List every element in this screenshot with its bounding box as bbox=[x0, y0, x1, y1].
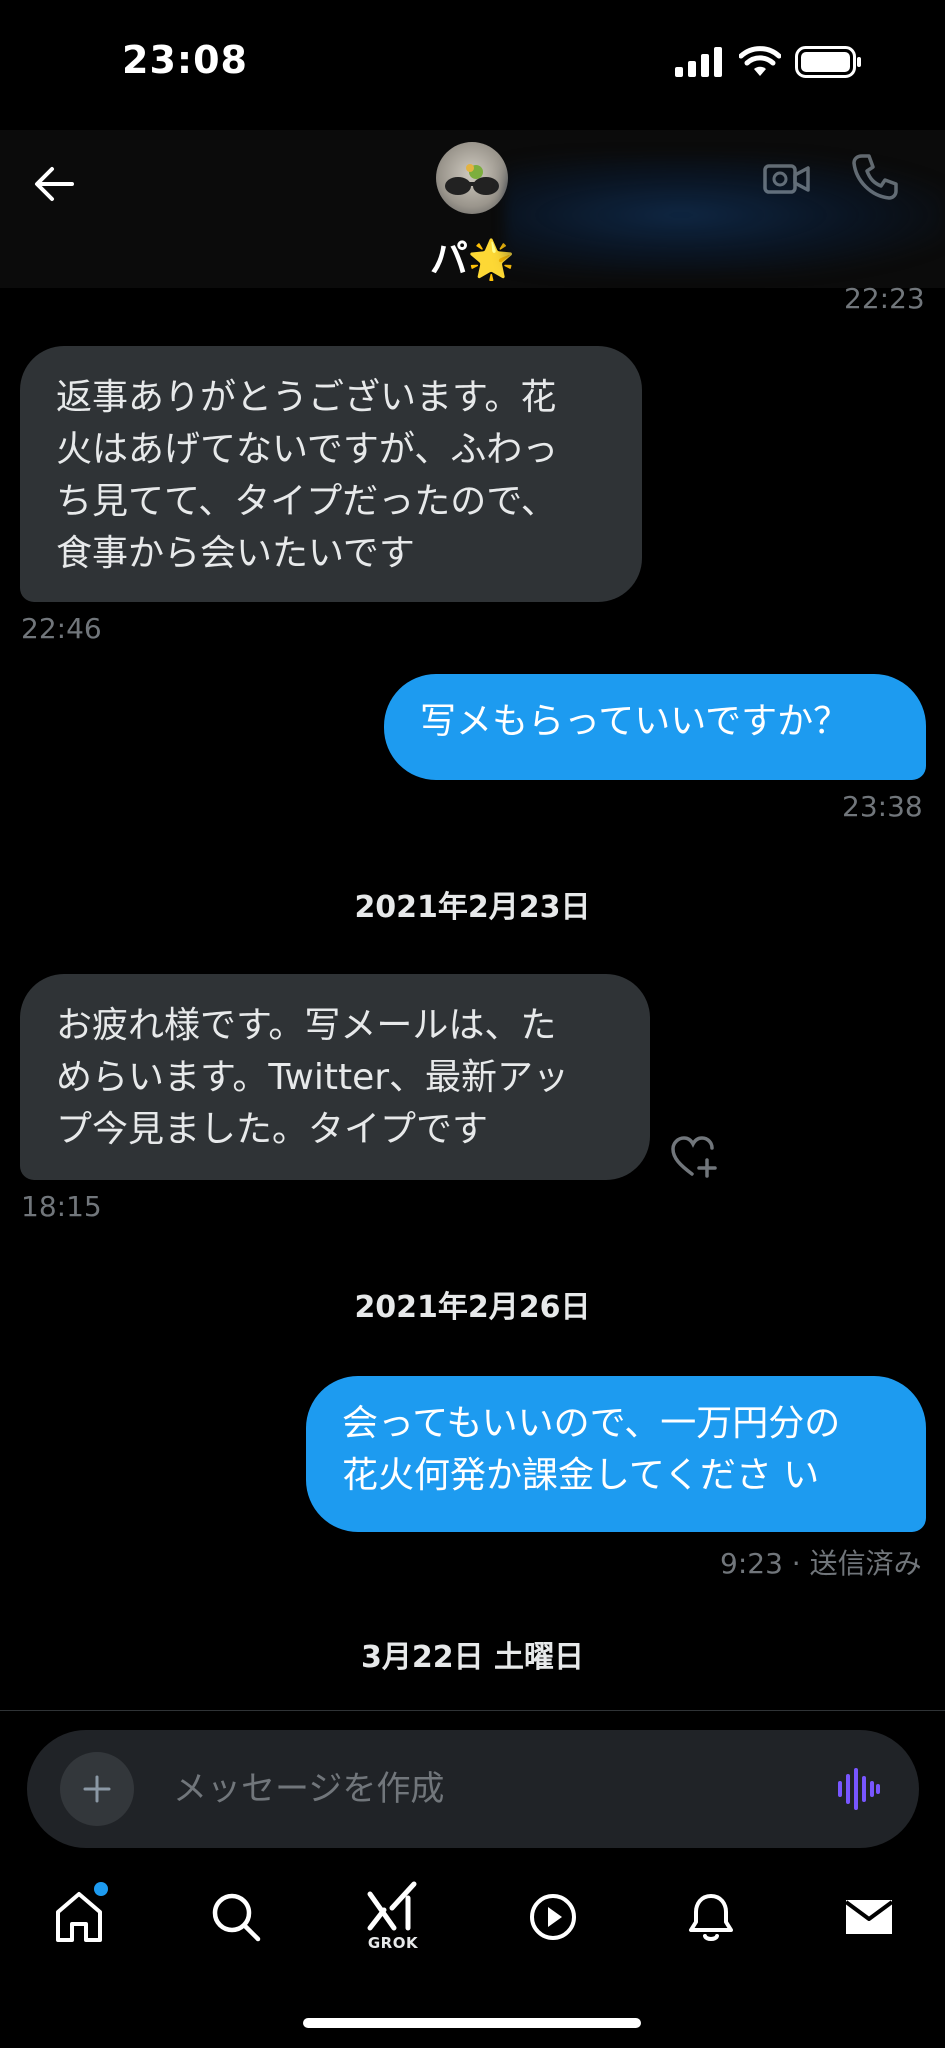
avatar-image-icon bbox=[445, 164, 499, 195]
attach-button[interactable] bbox=[60, 1752, 134, 1826]
tab-home[interactable] bbox=[44, 1882, 114, 1968]
message-line: 火はあげてないですが、ふわっ bbox=[56, 429, 559, 470]
tab-messages[interactable] bbox=[834, 1888, 904, 1968]
conversation-header: パ🌟 bbox=[0, 130, 945, 288]
video-call-button[interactable] bbox=[762, 154, 812, 204]
message-line: 写メもらっていいですか？ bbox=[420, 701, 850, 742]
message-line: 食事から会いたいです bbox=[56, 533, 415, 574]
tab-notifications[interactable] bbox=[676, 1888, 746, 1968]
tab-grok[interactable]: GROK bbox=[358, 1880, 428, 1960]
voice-call-button[interactable] bbox=[850, 152, 900, 202]
battery-icon bbox=[795, 46, 861, 78]
grok-label: GROK bbox=[367, 1934, 419, 1952]
phone-icon bbox=[852, 154, 898, 200]
date-separator: 2021年2月23日 bbox=[354, 890, 591, 925]
message-input[interactable] bbox=[173, 1758, 813, 1820]
status-time: 23:08 bbox=[122, 38, 248, 82]
message-timestamp: 18:15 bbox=[21, 1190, 102, 1223]
message-line: めらいます。Twitter、最新アッ bbox=[56, 1057, 570, 1098]
play-icon bbox=[530, 1894, 576, 1940]
audio-waveform-icon bbox=[838, 1768, 880, 1810]
avatar[interactable] bbox=[436, 142, 508, 214]
message-line: プ今見ました。タイプです bbox=[56, 1109, 489, 1150]
composer-divider bbox=[0, 1710, 945, 1711]
heart-plus-icon bbox=[671, 1136, 717, 1178]
home-indicator[interactable] bbox=[303, 2018, 641, 2028]
mail-icon bbox=[844, 1900, 894, 1934]
message-line: 花火何発か課金してくださ い bbox=[342, 1455, 820, 1496]
incoming-message-bubble[interactable]: お疲れ様です。写メールは、た めらいます。Twitter、最新アッ プ今見ました… bbox=[20, 974, 650, 1180]
search-icon bbox=[212, 1893, 261, 1942]
message-composer bbox=[27, 1730, 919, 1848]
bell-icon bbox=[689, 1894, 733, 1941]
voice-message-button[interactable] bbox=[835, 1766, 881, 1812]
message-timestamp: 22:46 bbox=[21, 612, 102, 645]
notification-dot bbox=[94, 1882, 108, 1896]
back-arrow-icon bbox=[35, 167, 74, 201]
message-line: 会ってもいいので、一万円分の bbox=[342, 1403, 841, 1444]
message-line: お疲れ様です。写メールは、た bbox=[56, 1005, 557, 1046]
date-separator: 3月22日 土曜日 bbox=[360, 1640, 585, 1675]
incoming-message-bubble[interactable]: 返事ありがとうございます。花 火はあげてないですが、ふわっ ち見てて、タイプだっ… bbox=[20, 346, 642, 602]
message-line: ち見てて、タイプだったので、 bbox=[56, 481, 557, 522]
tab-video[interactable] bbox=[518, 1888, 588, 1968]
message-timestamp: 22:23 bbox=[844, 282, 925, 315]
back-button[interactable] bbox=[28, 158, 80, 210]
status-icons bbox=[675, 46, 863, 78]
grok-icon bbox=[367, 1881, 417, 1931]
add-reaction-button[interactable] bbox=[670, 1134, 720, 1180]
plus-icon bbox=[83, 1775, 111, 1803]
outgoing-message-bubble[interactable]: 会ってもいいので、一万円分の 花火何発か課金してくださ い bbox=[306, 1376, 926, 1532]
tab-search[interactable] bbox=[201, 1888, 271, 1968]
cellular-signal-icon bbox=[675, 47, 722, 77]
status-bar: 23:08 bbox=[0, 0, 945, 130]
message-timestamp: 23:38 bbox=[842, 790, 923, 823]
wifi-icon bbox=[739, 46, 781, 76]
date-separator: 2021年2月26日 bbox=[354, 1290, 591, 1325]
home-icon bbox=[56, 1892, 102, 1942]
message-status: 9:23 · 送信済み bbox=[720, 1547, 922, 1580]
outgoing-message-bubble[interactable]: 写メもらっていいですか？ bbox=[384, 674, 926, 780]
video-camera-icon bbox=[763, 164, 810, 194]
message-line: 返事ありがとうございます。花 bbox=[56, 377, 557, 418]
